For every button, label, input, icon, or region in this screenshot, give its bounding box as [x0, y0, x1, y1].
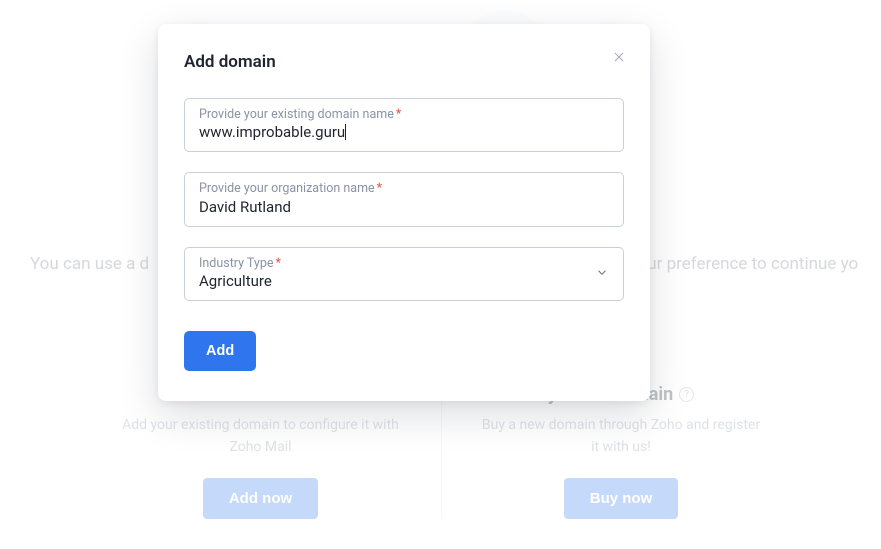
organization-name-label: Provide your organization name*: [199, 181, 382, 196]
industry-type-select[interactable]: Agriculture: [199, 272, 609, 290]
organization-name-input[interactable]: [199, 198, 609, 216]
modal-title: Add domain: [184, 52, 624, 72]
industry-type-label: Industry Type*: [199, 256, 281, 271]
industry-type-field[interactable]: Industry Type* Agriculture: [184, 247, 624, 301]
organization-name-field[interactable]: Provide your organization name*: [184, 172, 624, 227]
close-button[interactable]: [606, 46, 630, 70]
industry-type-label-text: Industry Type: [199, 256, 273, 271]
required-marker: *: [377, 181, 382, 196]
required-marker: *: [275, 256, 280, 271]
domain-name-input[interactable]: www.improbable.guru: [199, 123, 345, 141]
add-button[interactable]: Add: [184, 331, 256, 371]
domain-name-label-text: Provide your existing domain name: [199, 107, 394, 122]
text-cursor: [345, 124, 346, 140]
domain-name-label: Provide your existing domain name*: [199, 107, 401, 122]
domain-name-field[interactable]: Provide your existing domain name* www.i…: [184, 98, 624, 152]
close-icon: [612, 52, 626, 67]
required-marker: *: [396, 107, 401, 122]
organization-name-label-text: Provide your organization name: [199, 181, 375, 196]
chevron-down-icon: [595, 265, 609, 284]
add-domain-modal: Add domain Provide your existing domain …: [158, 24, 650, 401]
